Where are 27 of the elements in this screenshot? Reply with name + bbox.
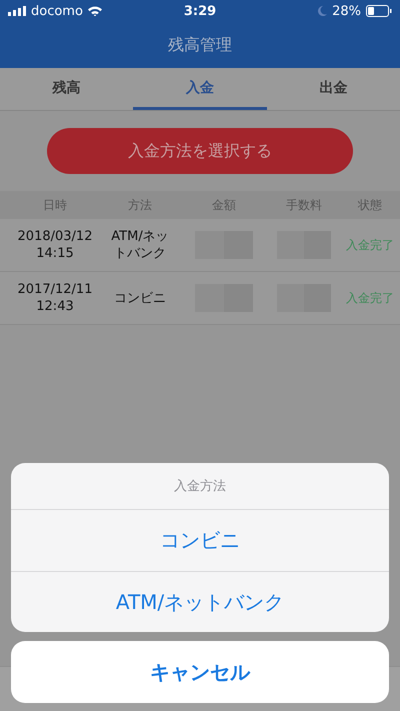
page-title: 残高管理 xyxy=(168,34,232,56)
table-cell: ATM/ネットバンク xyxy=(110,228,170,262)
column-header: 日時 xyxy=(42,196,68,214)
select-method-button[interactable]: 入金方法を選択する xyxy=(47,128,353,174)
clock-time: 3:29 xyxy=(184,4,216,18)
wifi-icon xyxy=(88,6,102,16)
tab[interactable]: 入金 xyxy=(133,68,267,110)
sheet-title: 入金方法 xyxy=(11,463,389,510)
battery-icon xyxy=(366,5,392,17)
column-header: 手数料 xyxy=(285,196,323,214)
column-header: 方法 xyxy=(127,196,153,214)
table-cell-text: コンビニ xyxy=(113,290,167,306)
signal-icon xyxy=(8,6,26,16)
sheet-option[interactable]: コンビニ xyxy=(11,510,389,571)
cancel-button[interactable]: キャンセル xyxy=(11,641,389,703)
sheet-option[interactable]: ATM/ネットバンク xyxy=(11,571,389,632)
table-cell-text: 2017/12/11 12:43 xyxy=(16,281,94,315)
battery-percent: 28% xyxy=(332,4,361,18)
column-header: 金額 xyxy=(211,196,237,214)
moon-icon xyxy=(318,6,328,16)
carrier-name: docomo xyxy=(31,4,83,18)
tab[interactable]: 残高 xyxy=(0,68,134,110)
table-cell-text: 2018/03/12 14:15 xyxy=(16,228,94,262)
tab[interactable]: 出金 xyxy=(266,68,400,110)
status-text: 入金完了 xyxy=(345,290,395,306)
status-text: 入金完了 xyxy=(345,236,395,254)
column-header: 状態 xyxy=(357,196,383,214)
